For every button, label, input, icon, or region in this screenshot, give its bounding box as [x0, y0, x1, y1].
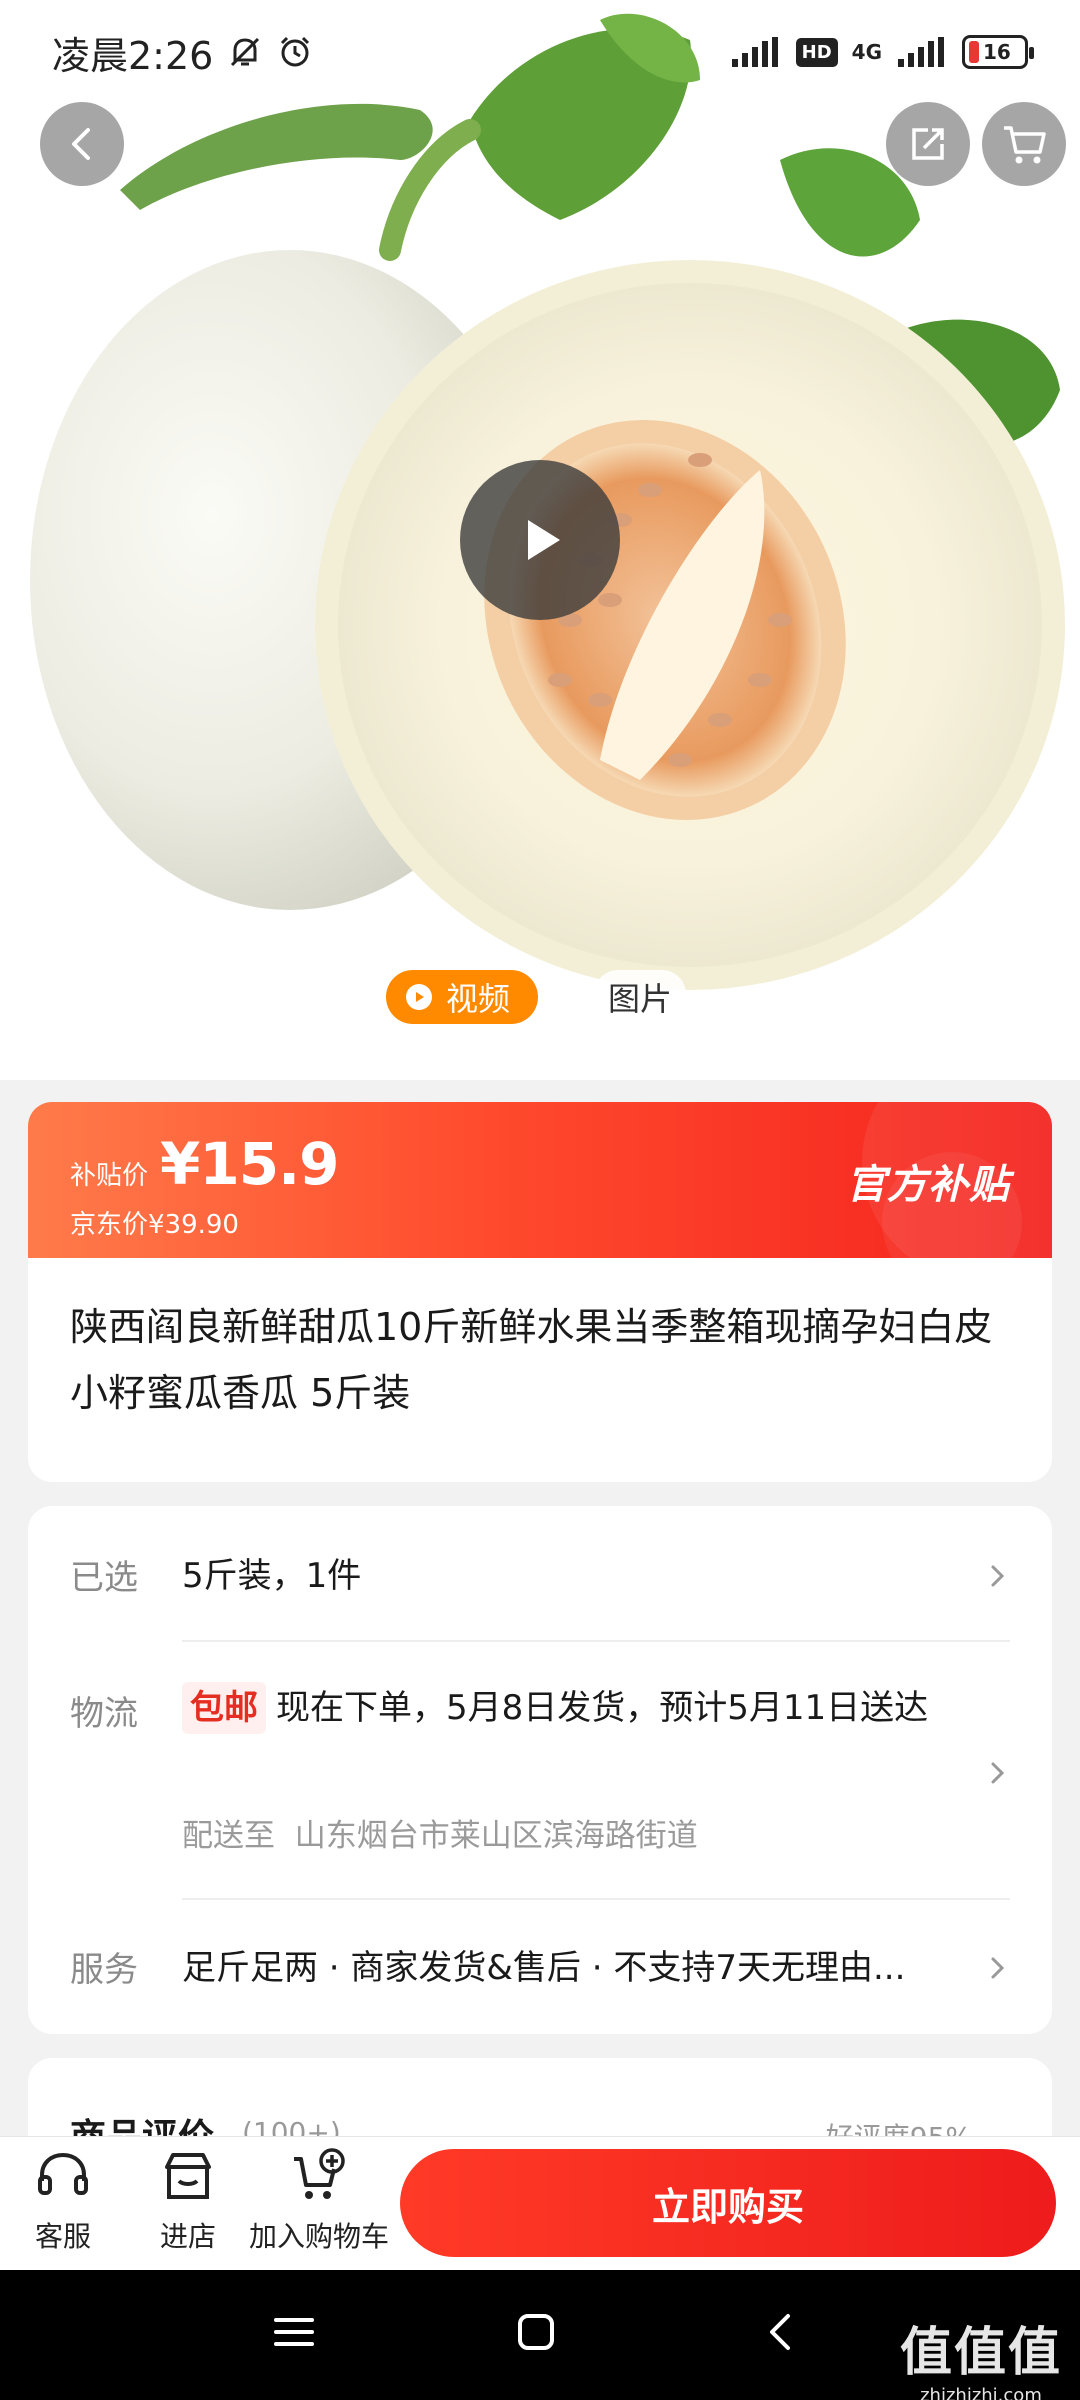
- ship-to-address: 山东烟台市莱山区滨海路街道: [294, 1818, 698, 1854]
- service-label: 服务: [70, 1950, 138, 1990]
- chevron-left-icon: [72, 128, 90, 160]
- subsidy-price-label: 补贴价: [70, 1161, 149, 1191]
- buy-now-button[interactable]: 立即购买: [400, 2149, 1056, 2257]
- delivery-info: 包邮 现在下单，5月8日发货，预计5月11日送达: [182, 1682, 946, 1734]
- purchase-info-card: 已选 5斤装，1件 物流 包邮 现在下单，5月8日发货，预计5月11日送达 配送至…: [28, 1506, 1052, 2034]
- chevron-right-icon: [991, 1565, 1005, 1587]
- tab-video-label: 视频: [446, 980, 511, 1018]
- product-summary-card: 补贴价 ¥15.9 京东价¥39.90 官方补贴 陕西阎良新鲜甜瓜10斤新鲜水果…: [28, 1102, 1052, 1482]
- watermark-logo: 值值值: [899, 2323, 1062, 2383]
- back-button[interactable]: [40, 102, 124, 186]
- tab-images[interactable]: 图片: [594, 970, 687, 1024]
- signal-2-icon: [898, 37, 944, 67]
- battery-level: 16: [983, 40, 1011, 64]
- official-subsidy-tag: 官方补贴: [846, 1162, 1010, 1208]
- selected-spec-row[interactable]: 已选 5斤装，1件: [70, 1546, 1010, 1606]
- customer-service-button[interactable]: 客服: [20, 2147, 106, 2255]
- product-title: 陕西阎良新鲜甜瓜10斤新鲜水果当季整箱现摘孕妇白皮小籽蜜瓜香瓜 5斤装: [70, 1305, 993, 1415]
- watermark: 值值值 zhizhizhi.com: [900, 2310, 1062, 2400]
- shop-label: 进店: [159, 2220, 216, 2253]
- delivery-text: 现在下单，5月8日发货，预计5月11日送达: [276, 1688, 929, 1728]
- free-shipping-badge: 包邮: [182, 1682, 266, 1734]
- subsidy-price: ¥15.9: [160, 1130, 339, 1198]
- share-button[interactable]: [886, 102, 970, 186]
- customer-service-label: 客服: [34, 2220, 91, 2253]
- network-type: 4G: [851, 40, 882, 64]
- watermark-url: zhizhizhi.com: [920, 2385, 1042, 2400]
- jd-price: 京东价¥39.90: [70, 1210, 239, 1240]
- tab-video[interactable]: 视频: [386, 970, 539, 1024]
- divider: [182, 1640, 1010, 1642]
- battery-icon: 16: [962, 35, 1034, 69]
- add-to-cart-label: 加入购物车: [248, 2220, 389, 2253]
- selected-value: 5斤装，1件: [182, 1556, 362, 1596]
- signal-icon: [731, 37, 778, 67]
- add-to-cart-button[interactable]: 加入购物车: [248, 2147, 390, 2255]
- cart-icon: [1004, 126, 1046, 164]
- price-banner: 补贴价 ¥15.9 京东价¥39.90 官方补贴: [28, 1102, 1052, 1258]
- status-bar: 凌晨2:26 HD 4G 16: [0, 0, 1080, 104]
- ship-to: 配送至 山东烟台市莱山区滨海路街道: [182, 1810, 946, 1862]
- shop-button[interactable]: 进店: [145, 2147, 231, 2255]
- share-icon: [912, 128, 944, 160]
- alarm-icon: [281, 36, 310, 67]
- cart-add-icon: [294, 2148, 345, 2199]
- cart-button[interactable]: [982, 102, 1066, 186]
- hd-badge: HD: [795, 37, 838, 67]
- play-video-button[interactable]: [460, 460, 620, 620]
- menu-icon[interactable]: [272, 2310, 316, 2354]
- chevron-right-icon: [991, 1762, 1005, 1784]
- back-nav-icon[interactable]: [760, 2310, 804, 2354]
- store-icon: [165, 2153, 211, 2199]
- bell-off-icon: [231, 37, 260, 67]
- divider: [182, 1898, 1010, 1900]
- bottom-action-bar: 客服 进店 加入购物车 立即购买: [0, 2136, 1080, 2270]
- selected-label: 已选: [70, 1558, 138, 1598]
- home-icon[interactable]: [514, 2310, 558, 2354]
- media-tabs: 视频 图片: [386, 970, 687, 1024]
- logistics-label: 物流: [70, 1694, 138, 1734]
- status-time: 凌晨2:26: [52, 33, 214, 78]
- play-small-icon: [406, 984, 432, 1010]
- headset-icon: [38, 2152, 88, 2195]
- ship-to-label: 配送至: [182, 1818, 275, 1854]
- service-row[interactable]: 服务 足斤足两 · 商家发货&售后 · 不支持7天无理由...: [70, 1938, 1010, 1998]
- logistics-row[interactable]: 物流 包邮 现在下单，5月8日发货，预计5月11日送达 配送至 山东烟台市莱山区滨…: [70, 1682, 1010, 1862]
- chevron-right-icon: [991, 1957, 1005, 1979]
- service-value: 足斤足两 · 商家发货&售后 · 不支持7天无理由...: [182, 1948, 906, 1988]
- play-icon: [528, 520, 560, 560]
